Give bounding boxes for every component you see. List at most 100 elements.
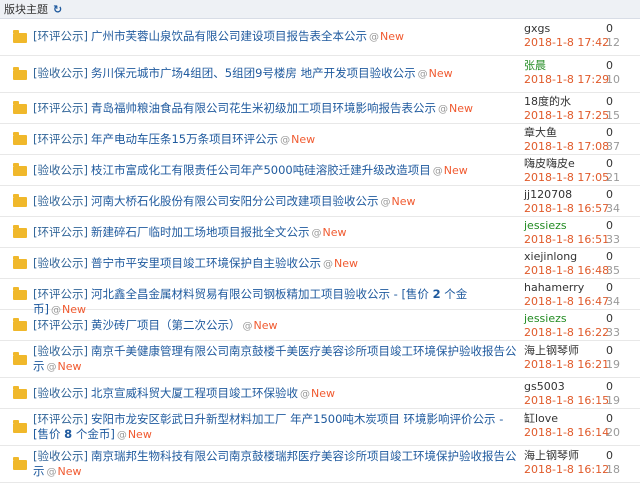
new-marker-icon: @ [242,321,253,332]
folder-icon [13,287,27,300]
post-date: 2018-1-8 16:57 [524,202,610,215]
thread-category-tag[interactable]: [环评公示] [33,287,88,301]
thread-category-tag[interactable]: [验收公示] [33,386,88,400]
thread-title-area: [环评公示] 青岛福帅粮油食品有限公司花生米初级加工项目环境影响报告表公示 @New [33,101,518,117]
thread-title-link[interactable]: 安阳市龙安区彰武日升新型材料加工厂 年产1500吨木炭项目 环境影响评价公示 [91,412,496,426]
author-name[interactable]: 海上钢琴师 [524,449,604,463]
author-info: 18度的水 2018-1-8 17:25 [524,95,609,123]
thread-title-link[interactable]: 河南大桥石化股份有限公司安阳分公司改建项目验收公示 [91,194,379,208]
post-date: 2018-1-8 16:12 [524,463,610,476]
thread-title-area: [验收公示] 南京瑞邦生物科技有限公司南京鼓楼瑞邦医疗美容诊所项目竣工环境保护验收… [33,449,518,480]
folder-icon [13,352,27,365]
thread-category-tag[interactable]: [环评公示] [33,318,88,332]
view-count: 20 [606,426,620,439]
thread-category-tag[interactable]: [验收公示] [33,194,88,208]
author-name[interactable]: 章大鱼 [524,126,604,140]
thread-category-tag[interactable]: [环评公示] [33,412,88,426]
thread-category-tag[interactable]: [环评公示] [33,101,88,115]
new-badge[interactable]: New [128,428,152,441]
post-date: 2018-1-8 16:22 [524,326,610,339]
thread-stats: 0 20 [606,412,636,440]
thread-title-link[interactable]: 普宁市平安里项目竣工环境保护自主验收公示 [91,256,321,270]
new-badge[interactable]: New [311,387,335,400]
author-info: gxgs 2018-1-8 17:42 [524,22,610,50]
author-name[interactable]: jessiezs [524,312,604,326]
new-badge[interactable]: New [58,465,82,478]
new-badge[interactable]: New [334,257,358,270]
thread-title-area: [环评公示] 广州市芙蓉山泉饮品有限公司建设项目报告表全本公示 @New [33,29,518,45]
thread-row: [验收公示] 河南大桥石化股份有限公司安阳分公司改建项目验收公示 @New jj120… [0,186,640,217]
reply-count: 0 [606,412,613,425]
reply-count: 0 [606,281,613,294]
thread-category-tag[interactable]: [验收公示] [33,66,88,80]
new-badge[interactable]: New [444,164,468,177]
view-count: 18 [606,463,620,476]
thread-title-area: [验收公示] 普宁市平安里项目竣工环境保护自主验收公示 @New [33,256,518,272]
author-name[interactable]: 海上钢琴师 [524,344,604,358]
thread-title-area: [环评公示] 安阳市龙安区彰武日升新型材料加工厂 年产1500吨木炭项目 环境影响… [33,412,518,443]
thread-list: [环评公示] 广州市芙蓉山泉饮品有限公司建设项目报告表全本公示 @New gxgs 20… [0,19,640,483]
view-count: 34 [606,202,620,215]
reply-count: 0 [606,344,613,357]
thread-title-link[interactable]: 河北鑫全昌金属材料贸易有限公司钢板精加工项目验收公示 [91,287,390,301]
new-badge[interactable]: New [449,102,473,115]
author-name[interactable]: 18度的水 [524,95,604,109]
thread-row: [环评公示] 年产电动车压条15万条项目环评公示 @New 章大鱼 2018-1-8 1… [0,124,640,155]
new-marker-icon: @ [432,166,443,177]
thread-title-area: [验收公示] 北京宣威科贸大厦工程项目竣工环保验收 @New [33,386,518,402]
post-date: 2018-1-8 17:08 [524,140,610,153]
thread-row: [验收公示] 枝江市富成化工有限责任公司年产5000吨硅溶胶迁建升级改造项目 @Ne… [0,155,640,186]
author-name[interactable]: gs5003 [524,380,604,394]
thread-category-tag[interactable]: [验收公示] [33,344,88,358]
reply-count: 0 [606,380,613,393]
reply-count: 0 [606,22,613,35]
thread-category-tag[interactable]: [环评公示] [33,132,88,146]
thread-title-link[interactable]: 广州市芙蓉山泉饮品有限公司建设项目报告表全本公示 [91,29,367,43]
author-name[interactable]: 嗨皮嗨皮e [524,157,604,171]
thread-title-link[interactable]: 枝江市富成化工有限责任公司年产5000吨硅溶胶迁建升级改造项目 [91,163,431,177]
thread-stats: 0 19 [606,344,636,372]
refresh-icon[interactable]: ↻ [53,4,62,15]
author-info: 嗨皮嗨皮e 2018-1-8 17:05 [524,157,609,185]
new-badge[interactable]: New [58,360,82,373]
thread-title-area: [环评公示] 新建碎石厂临时加工场地项目报批全文公示 @New [33,225,518,241]
author-name[interactable]: 缸love [524,412,604,426]
thread-category-tag[interactable]: [环评公示] [33,225,88,239]
new-badge[interactable]: New [253,319,277,332]
new-marker-icon: @ [437,104,448,115]
new-badge[interactable]: New [322,226,346,239]
new-badge[interactable]: New [291,133,315,146]
thread-row: [环评公示] 青岛福帅粮油食品有限公司花生米初级加工项目环境影响报告表公示 @New… [0,93,640,124]
thread-title-link[interactable]: 南京千美健康管理有限公司南京鼓楼千美医疗美容诊所项目竣工环境保护验收报告公示 [33,344,516,373]
thread-category-tag[interactable]: [验收公示] [33,449,88,463]
price-value: 8 [64,427,73,441]
thread-row: [环评公示] 河北鑫全昌金属材料贸易有限公司钢板精加工项目验收公示 - [售价 2… [0,279,640,316]
thread-title-link[interactable]: 黄沙砖厂项目（第二次公示） [91,318,241,332]
thread-title-link[interactable]: 南京瑞邦生物科技有限公司南京鼓楼瑞邦医疗美容诊所项目竣工环境保护验收报告公示 [33,449,516,478]
author-name[interactable]: gxgs [524,22,604,36]
thread-category-tag[interactable]: [环评公示] [33,29,88,43]
thread-title-area: [验收公示] 南京千美健康管理有限公司南京鼓楼千美医疗美容诊所项目竣工环境保护验收… [33,344,518,375]
reply-count: 0 [606,312,613,325]
new-badge[interactable]: New [391,195,415,208]
thread-category-tag[interactable]: [验收公示] [33,256,88,270]
author-name[interactable]: hahamerry [524,281,604,295]
post-date: 2018-1-8 16:14 [524,426,610,439]
new-badge[interactable]: New [429,67,453,80]
new-badge[interactable]: New [380,30,404,43]
thread-category-tag[interactable]: [验收公示] [33,163,88,177]
thread-title-link[interactable]: 年产电动车压条15万条项目环评公示 [91,132,278,146]
thread-title-link[interactable]: 新建碎石厂临时加工场地项目报批全文公示 [91,225,310,239]
author-info: 海上钢琴师 2018-1-8 16:12 [524,449,610,477]
author-name[interactable]: jj120708 [524,188,604,202]
author-name[interactable]: xiejinlong [524,250,604,264]
thread-title-area: [环评公示] 年产电动车压条15万条项目环评公示 @New [33,132,518,148]
section-title: 版块主题 [4,3,48,16]
author-name[interactable]: jessiezs [524,219,604,233]
post-date: 2018-1-8 17:42 [524,36,610,49]
thread-title-link[interactable]: 北京宣威科贸大厦工程项目竣工环保验收 [91,386,298,400]
author-name[interactable]: 张晨 [524,59,604,73]
thread-title-link[interactable]: 务川保元城市广场4组团、5组团9号楼房 地产开发项目验收公示 [91,66,416,80]
thread-title-link[interactable]: 青岛福帅粮油食品有限公司花生米初级加工项目环境影响报告表公示 [91,101,436,115]
reply-count: 0 [606,126,613,139]
